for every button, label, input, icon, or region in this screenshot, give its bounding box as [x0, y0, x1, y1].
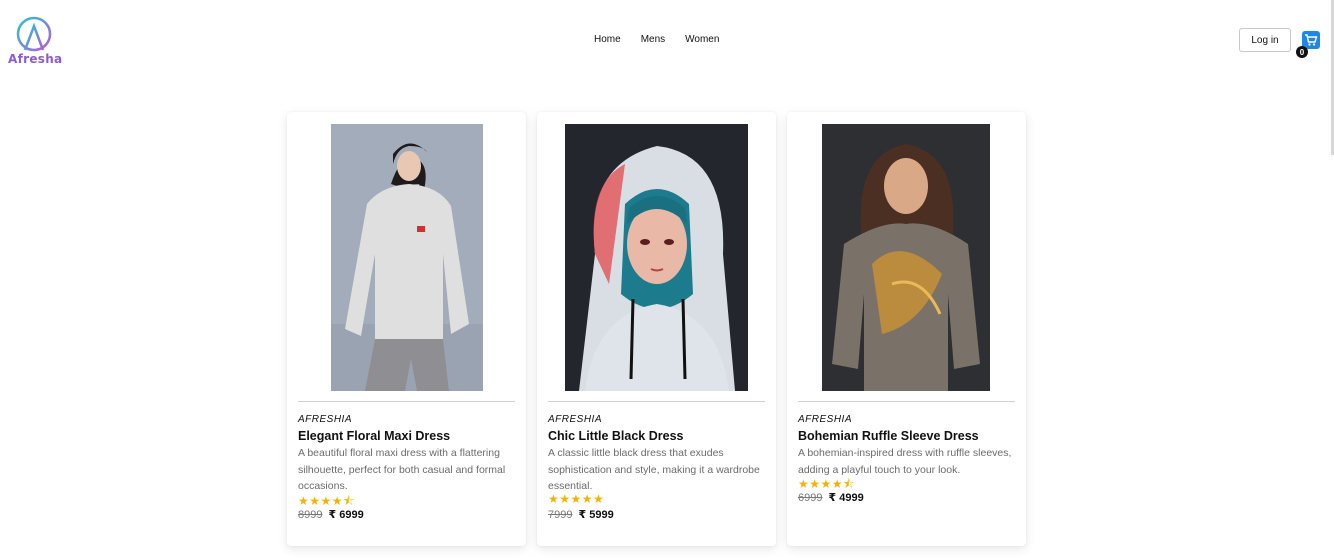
currency-symbol: ₹ [828, 492, 837, 504]
new-price-value: 6999 [339, 509, 364, 521]
new-price-value: 4999 [839, 492, 864, 504]
product-brand: AFRESHIA [798, 414, 853, 425]
logo-icon [16, 16, 52, 52]
product-description: A beautiful floral maxi dress with a fla… [298, 447, 506, 492]
new-price: ₹ 6999 [329, 509, 364, 521]
product-brand: AFRESHIA [298, 414, 353, 425]
product-image[interactable] [331, 124, 483, 391]
product-title[interactable]: Bohemian Ruffle Sleeve Dress [798, 429, 979, 443]
product-title[interactable]: Elegant Floral Maxi Dress [298, 429, 450, 443]
currency-symbol: ₹ [328, 509, 337, 521]
old-price: 8999 [298, 509, 323, 521]
nav-mens[interactable]: Mens [641, 34, 665, 45]
price: 6999 ₹ 4999 [798, 491, 864, 504]
logo-text: Afresha [8, 52, 63, 66]
logo[interactable]: Afresha [8, 14, 62, 68]
old-price: 7999 [548, 509, 573, 521]
card-divider [798, 401, 1015, 402]
product-card[interactable]: AFRESHIA Chic Little Black Dress A class… [537, 112, 776, 546]
card-divider [298, 401, 515, 402]
rating-stars: ★★★★★ [548, 492, 605, 506]
currency-symbol: ₹ [578, 509, 587, 521]
product-description: A classic little black dress that exudes… [548, 447, 760, 492]
cart-count-badge: 0 [1296, 46, 1308, 58]
product-title[interactable]: Chic Little Black Dress [548, 429, 683, 443]
page: Afresha Home Mens Women Log in 0 AFRESHI… [0, 0, 1334, 558]
new-price-value: 5999 [589, 509, 614, 521]
old-price: 6999 [798, 492, 823, 504]
product-image[interactable] [565, 124, 748, 391]
site-header: Afresha Home Mens Women Log in 0 [0, 0, 1334, 80]
new-price: ₹ 4999 [829, 492, 864, 504]
product-image[interactable] [822, 124, 990, 391]
cart-icon [1305, 34, 1318, 46]
new-price: ₹ 5999 [579, 509, 614, 521]
product-card[interactable]: AFRESHIA Bohemian Ruffle Sleeve Dress A … [787, 112, 1026, 546]
nav-home[interactable]: Home [594, 34, 621, 45]
price: 7999 ₹ 5999 [548, 508, 614, 521]
card-divider [548, 401, 765, 402]
product-brand: AFRESHIA [548, 414, 603, 425]
nav-women[interactable]: Women [685, 34, 719, 45]
main-nav: Home Mens Women [594, 34, 719, 45]
product-description: A bohemian-inspired dress with ruffle sl… [798, 447, 1012, 476]
product-card[interactable]: AFRESHIA Elegant Floral Maxi Dress A bea… [287, 112, 526, 546]
price: 8999 ₹ 6999 [298, 508, 364, 521]
login-button[interactable]: Log in [1239, 28, 1291, 52]
